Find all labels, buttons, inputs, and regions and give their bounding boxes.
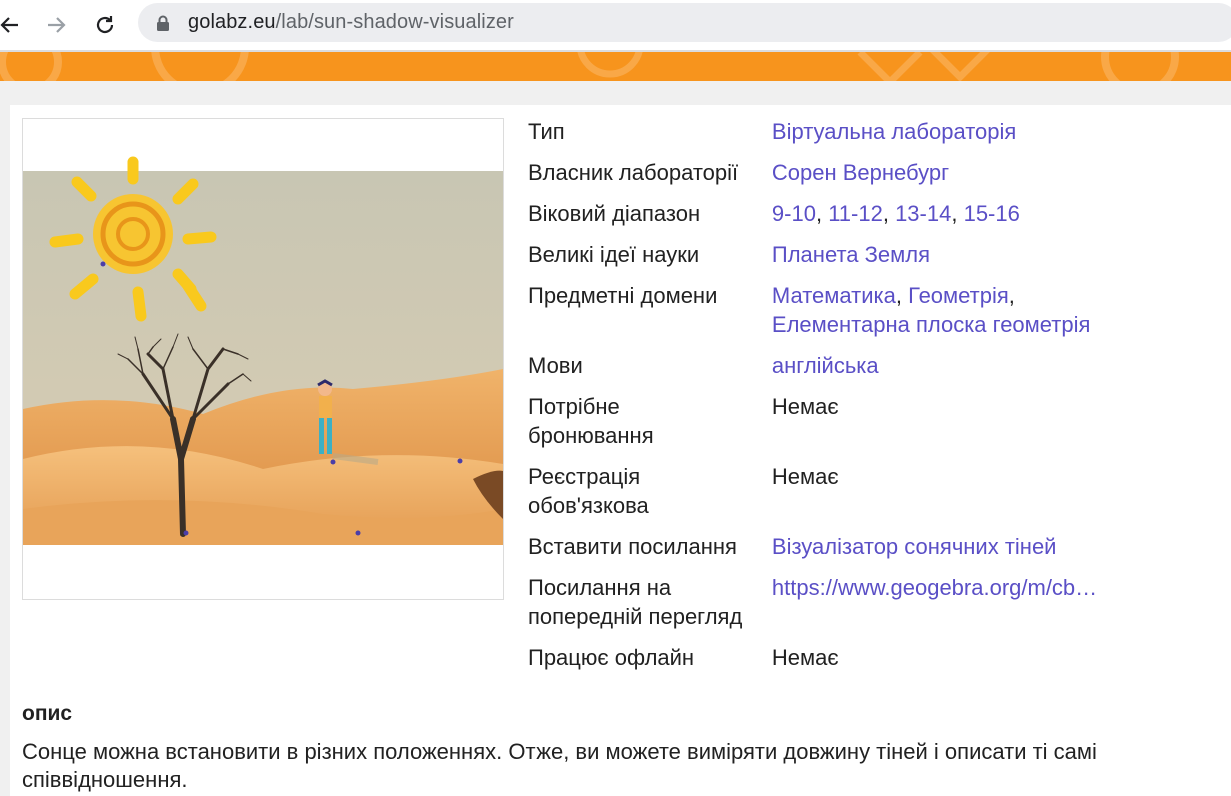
registration-value: Немає [771,464,839,489]
description-text: Сонце можна встановити в різних положенн… [22,739,1097,792]
property-row-embed: Вставити посилання Візуалізатор сонячних… [528,532,1228,573]
label-line: обов'язкова [528,493,649,518]
property-row-booking: Потрібне бронювання Немає [528,392,1228,462]
url-text: golabz.eu/lab/sun-shadow-visualizer [188,11,514,34]
arrow-left-icon [0,17,18,33]
property-label: Тип [528,119,565,144]
age-link[interactable]: 15-16 [964,201,1020,226]
property-label: Потрібне бронювання [528,392,772,462]
label-line: попередній перегляд [528,604,743,629]
lock-icon [157,15,169,31]
property-row-age: Віковий діапазон 9-10, 11-12, 13-14, 15-… [528,199,1228,240]
reload-icon [96,16,114,34]
property-label: Вставити посилання [528,534,737,559]
reload-button[interactable] [90,10,120,40]
property-row-type: Тип Віртуальна лабораторія [528,117,1228,158]
domain-values: Математика, Геометрія, Елементарна плоска… [771,283,1091,337]
type-link[interactable]: Віртуальна лабораторія [772,119,1016,144]
page-background: Тип Віртуальна лабораторія Власник лабор… [0,81,1231,796]
back-button[interactable] [0,10,24,40]
property-row-preview: Посилання на попередній перегляд https://… [528,573,1228,643]
sun-desert-illustration [23,119,503,599]
offline-value: Немає [771,645,839,670]
big-idea-link[interactable]: Планета Земля [772,242,930,267]
property-label: Великі ідеї науки [528,242,700,267]
url-domain: golabz.eu [188,11,276,33]
property-row-big-ideas: Великі ідеї науки Планета Земля [528,240,1228,281]
property-row-offline: Працює офлайн Немає [528,643,1228,684]
preview-link[interactable]: https://www.geogebra.org/m/cb… [772,573,1134,602]
language-link[interactable]: англійська [772,353,879,378]
domain-link[interactable]: Математика [772,283,896,308]
label-line: Посилання на [528,575,672,600]
description-heading: опис [22,702,73,725]
property-row-languages: Мови англійська [528,351,1228,392]
arrow-right-icon [48,17,66,33]
age-link[interactable]: 11-12 [828,201,883,226]
property-label: Віковий діапазон [528,201,701,226]
forward-button[interactable] [42,10,72,40]
property-label: Посилання на попередній перегляд [528,573,772,643]
browser-toolbar: golabz.eu/lab/sun-shadow-visualizer [0,0,1231,50]
age-values: 9-10, 11-12, 13-14, 15-16 [771,201,1020,226]
lab-preview-image[interactable] [22,118,504,600]
property-row-domains: Предметні домени Математика, Геометрія, Е… [528,281,1228,351]
property-label: Мови [528,353,583,378]
booking-value: Немає [771,394,839,419]
lab-properties: Тип Віртуальна лабораторія Власник лабор… [528,117,1228,684]
age-link[interactable]: 9-10 [772,201,816,226]
url-path: /lab/sun-shadow-visualizer [275,11,514,33]
property-label: Працює офлайн [528,645,695,670]
label-line: Реєстрація [528,464,641,489]
domain-link[interactable]: Елементарна плоска геометрія [772,312,1091,337]
property-label: Власник лабораторії [528,160,739,185]
label-line: Потрібне [528,394,620,419]
property-label: Реєстрація обов'язкова [528,462,772,532]
property-row-owner: Власник лабораторії Сорен Вернебург [528,158,1228,199]
embed-link[interactable]: Візуалізатор сонячних тіней [772,534,1057,559]
age-link[interactable]: 13-14 [895,201,951,226]
site-header-banner [0,52,1231,81]
address-bar[interactable]: golabz.eu/lab/sun-shadow-visualizer [138,3,1231,42]
lab-card: Тип Віртуальна лабораторія Власник лабор… [10,105,1231,796]
domain-link[interactable]: Геометрія [908,283,1009,308]
banner-decoration [0,52,1179,81]
property-label: Предметні домени [528,283,718,308]
label-line: бронювання [528,423,654,448]
owner-link[interactable]: Сорен Вернебург [772,160,949,185]
property-row-registration: Реєстрація обов'язкова Немає [528,462,1228,532]
